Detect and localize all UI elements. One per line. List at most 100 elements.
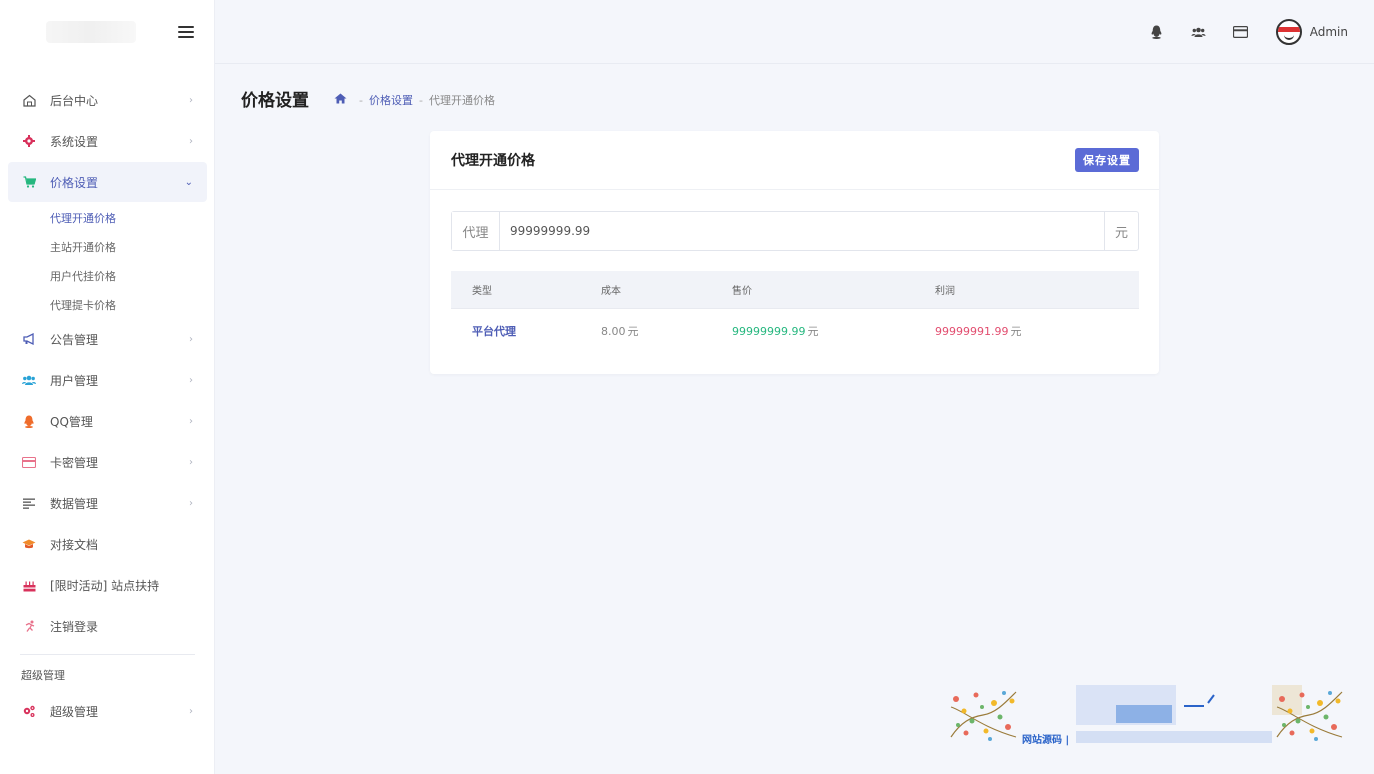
sidebar-item-docs[interactable]: 对接文档 (8, 524, 207, 564)
chevron-down-icon: ⌄ (184, 176, 193, 188)
submenu-item-main-site-price[interactable]: 主站开通价格 (50, 232, 207, 261)
logo-area (0, 0, 214, 64)
banner-text: 网站源码 | (1022, 735, 1070, 746)
submenu-item-card-price[interactable]: 代理提卡价格 (50, 290, 207, 319)
card-header: 代理开通价格 保存设置 (430, 131, 1159, 190)
sidebar-item-label: 价格设置 (50, 175, 99, 190)
cost-value: 8.00 (601, 325, 626, 338)
logo (46, 21, 136, 43)
home-icon (22, 93, 36, 107)
home-icon[interactable] (334, 93, 347, 107)
column-header: 售价 (732, 286, 752, 297)
sale-cell: 99999999.99 元 (732, 323, 935, 339)
sidebar-item-label: 用户管理 (50, 373, 99, 388)
card-title: 代理开通价格 (451, 153, 535, 169)
chevron-right-icon: › (189, 333, 193, 345)
sidebar-item-label: 公告管理 (50, 332, 99, 347)
flower-decoration-icon (950, 691, 1017, 741)
breadcrumb-separator: - (418, 93, 423, 107)
sidebar-item-label: QQ管理 (50, 414, 93, 429)
unit-label: 元 (1010, 325, 1022, 338)
sidebar-section-title: 超级管理 (21, 669, 65, 682)
table-header: 类型 成本 售价 利润 (451, 271, 1139, 309)
profit-value: 99999991.99 (935, 325, 1009, 338)
unit-label: 元 (627, 325, 639, 338)
price-submenu: 代理开通价格 主站开通价格 用户代挂价格 代理提卡价格 (8, 203, 207, 319)
sidebar-item-super-admin[interactable]: 超级管理 › (8, 691, 207, 731)
sidebar: 后台中心 › 系统设置 › 价格设置 ⌄ 代理开通价格 主站开通价格 用户代挂价… (0, 0, 215, 774)
sidebar-item-price-settings[interactable]: 价格设置 ⌄ (8, 162, 207, 202)
save-button[interactable]: 保存设置 (1075, 148, 1139, 172)
breadcrumb-link[interactable]: 价格设置 (369, 92, 413, 108)
megaphone-icon (22, 332, 36, 346)
blurred-text (1076, 731, 1272, 743)
blurred-logo (1116, 705, 1172, 723)
birthday-cake-icon (22, 578, 36, 592)
cart-icon (22, 175, 36, 189)
running-icon (22, 619, 36, 633)
sidebar-menu: 后台中心 › 系统设置 › 价格设置 ⌄ 代理开通价格 主站开通价格 用户代挂价… (8, 80, 207, 732)
sidebar-item-data[interactable]: 数据管理 › (8, 483, 207, 523)
sidebar-item-dashboard[interactable]: 后台中心 › (8, 80, 207, 120)
agent-price-input[interactable] (500, 212, 1104, 250)
chevron-right-icon: › (189, 456, 193, 468)
sidebar-item-cards[interactable]: 卡密管理 › (8, 442, 207, 482)
users-icon[interactable] (1190, 23, 1208, 41)
sidebar-item-logout[interactable]: 注销登录 (8, 606, 207, 646)
menu-toggle-icon[interactable] (178, 26, 194, 38)
submenu-item-agent-price[interactable]: 代理开通价格 (50, 203, 207, 232)
chevron-right-icon: › (189, 415, 193, 427)
price-card: 代理开通价格 保存设置 代理 元 类型 成本 售价 利润 平台代理 8.00元 … (430, 131, 1159, 374)
graduation-cap-icon (22, 537, 36, 551)
list-icon (22, 496, 36, 510)
card-icon (22, 455, 36, 469)
chevron-right-icon: › (189, 497, 193, 509)
sidebar-item-label: 系统设置 (50, 134, 99, 149)
sidebar-item-system-settings[interactable]: 系统设置 › (8, 121, 207, 161)
sidebar-item-label: [限时活动] 站点扶持 (50, 578, 160, 593)
qq-icon (22, 414, 36, 428)
type-cell: 平台代理 (472, 325, 516, 338)
sidebar-divider (20, 654, 195, 655)
input-suffix: 元 (1104, 212, 1138, 250)
users-icon (22, 373, 36, 387)
admin-name[interactable]: Admin (1310, 25, 1348, 39)
sidebar-item-label: 对接文档 (50, 537, 99, 552)
sidebar-item-label: 超级管理 (50, 704, 99, 719)
sidebar-item-qq[interactable]: QQ管理 › (8, 401, 207, 441)
sidebar-item-label: 注销登录 (50, 619, 99, 634)
chevron-right-icon: › (189, 374, 193, 386)
cost-cell: 8.00 元 (601, 323, 732, 339)
sidebar-item-users[interactable]: 用户管理 › (8, 360, 207, 400)
chevron-right-icon: › (189, 705, 193, 717)
gear-icon (22, 134, 36, 148)
footer-banner: 网站源码 | (946, 683, 1348, 747)
sidebar-item-promo[interactable]: [限时活动] 站点扶持 (8, 565, 207, 605)
top-header: Admin (215, 0, 1374, 64)
chevron-right-icon: › (189, 94, 193, 106)
unit-label: 元 (807, 325, 819, 338)
breadcrumb-separator: - (359, 93, 363, 107)
flower-decoration-icon (1276, 691, 1343, 741)
decoration-icon (1184, 694, 1215, 707)
sidebar-item-label: 数据管理 (50, 496, 99, 511)
input-prefix: 代理 (452, 212, 500, 250)
credit-card-icon[interactable] (1232, 23, 1250, 41)
sidebar-item-announcements[interactable]: 公告管理 › (8, 319, 207, 359)
avatar[interactable] (1275, 19, 1302, 45)
sidebar-item-label: 后台中心 (50, 93, 99, 108)
agent-price-input-group: 代理 元 (451, 211, 1139, 251)
sidebar-item-label: 卡密管理 (50, 455, 99, 470)
profit-cell: 99999991.99 元 (935, 323, 1139, 339)
header-actions: Admin (1124, 16, 1348, 48)
column-header: 类型 (472, 286, 492, 297)
gears-icon (22, 704, 36, 718)
sale-value: 99999999.99 (732, 325, 806, 338)
price-table: 类型 成本 售价 利润 平台代理 8.00 元 99999999.99 元 9999… (451, 271, 1139, 353)
table-row: 平台代理 8.00 元 99999999.99 元 99999991.99 元 (451, 309, 1139, 353)
chevron-right-icon: › (189, 135, 193, 147)
qq-icon[interactable] (1148, 23, 1166, 41)
breadcrumb-current: 代理开通价格 (428, 94, 495, 107)
submenu-item-hosting-price[interactable]: 用户代挂价格 (50, 261, 207, 290)
column-header: 成本 (601, 286, 621, 297)
